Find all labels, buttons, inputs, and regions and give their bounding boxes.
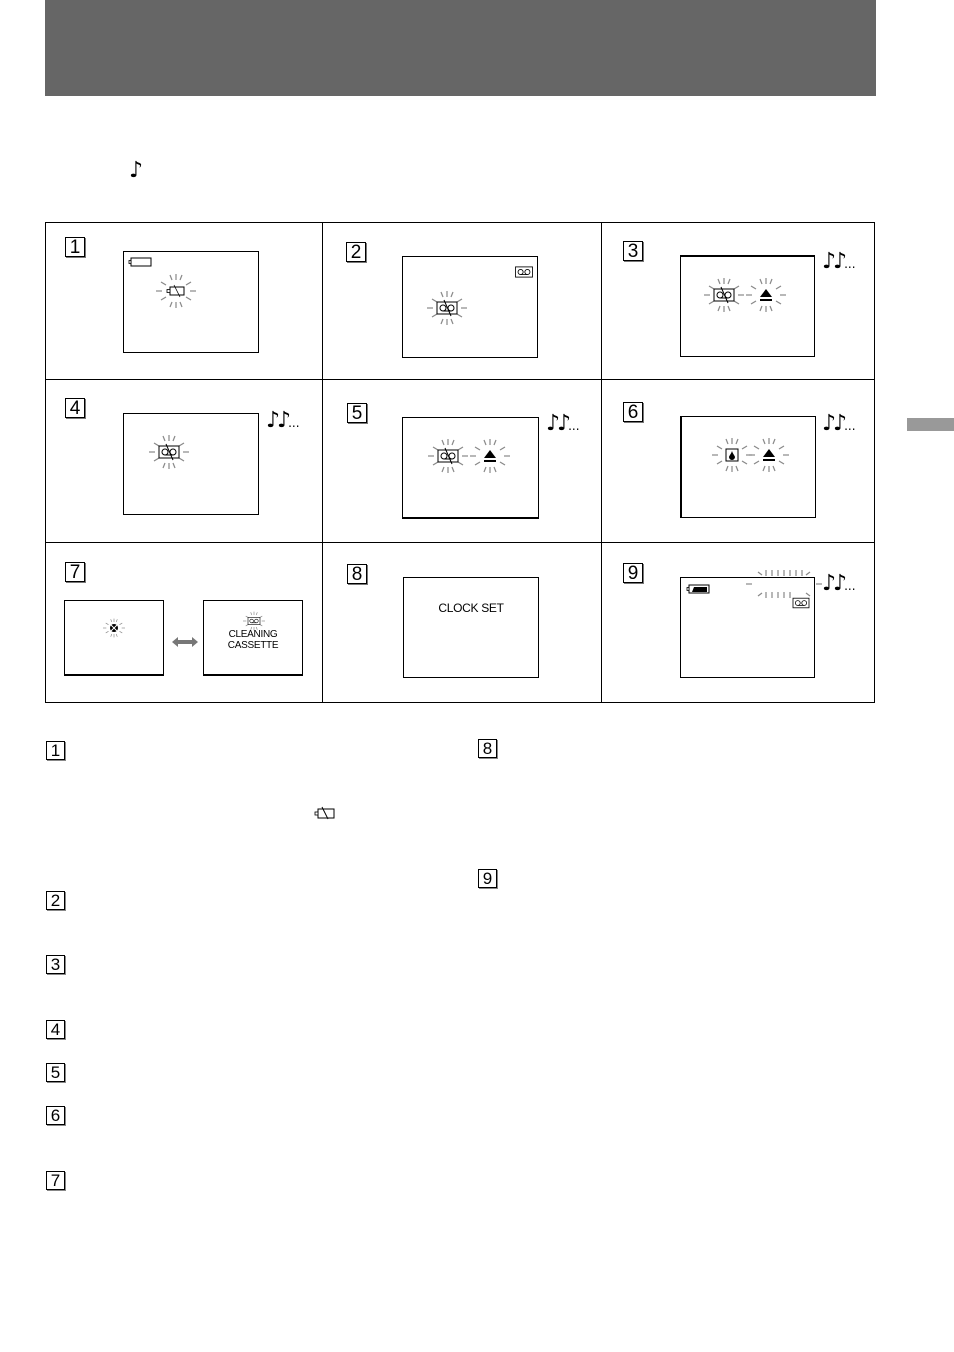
blinking-head-dirty-icon: [102, 618, 126, 638]
note-number: 2: [46, 891, 65, 910]
section-tab: [907, 418, 954, 431]
battery-full-icon: [686, 584, 710, 594]
screen-text-line: CLEANING: [228, 629, 278, 640]
panel-number: 1: [65, 237, 85, 257]
note-number: 9: [478, 869, 497, 888]
clock-set-message: CLOCK SET: [438, 601, 504, 615]
music-note-icon: ♪: [129, 158, 144, 183]
panel-number: 6: [623, 402, 643, 422]
viewfinder-screen: [680, 255, 815, 357]
blinking-eject-icon: [748, 437, 790, 473]
viewfinder-screen: [402, 417, 539, 519]
row-divider: [46, 542, 875, 543]
panel-number: 2: [346, 242, 366, 262]
note-number: 4: [46, 1020, 65, 1039]
note-number: 5: [46, 1063, 65, 1082]
blinking-cassette-icon: [242, 611, 266, 631]
cassette-icon: [515, 266, 533, 278]
viewfinder-screen: [680, 416, 816, 518]
blinking-no-cassette-icon: [427, 438, 469, 474]
note-number: 8: [478, 739, 497, 758]
indicator-grid: 1 2 3 ♪♪... 4 ♪♪... 5 ♪♪... 6 ♪♪... 7 CL…: [45, 222, 875, 703]
blinking-tape-counter: [746, 570, 822, 598]
note-number: 7: [46, 1171, 65, 1190]
blinking-eject-icon: [469, 438, 511, 474]
column-divider: [601, 223, 602, 702]
header-bar: [45, 0, 876, 96]
beep-icon: ♪♪...: [822, 571, 856, 596]
viewfinder-screen: [64, 600, 164, 676]
blinking-no-cassette-icon: [148, 434, 190, 470]
battery-empty-icon: [314, 806, 335, 820]
panel-number: 8: [347, 564, 367, 584]
viewfinder-screen: [123, 413, 259, 515]
note-number: 3: [46, 955, 65, 974]
beep-icon: ♪♪...: [266, 408, 300, 433]
beep-icon: ♪♪...: [822, 411, 856, 436]
panel-number: 9: [623, 563, 643, 583]
blinking-no-cassette-icon: [703, 277, 745, 313]
note-number: 1: [46, 741, 65, 760]
blinking-condensation-icon: [711, 437, 753, 473]
screen-text-line: CASSETTE: [227, 640, 279, 651]
viewfinder-screen: [402, 256, 538, 358]
viewfinder-screen: CLEANING CASSETTE: [203, 600, 303, 676]
panel-number: 3: [623, 241, 643, 261]
viewfinder-screen: CLOCK SET: [403, 577, 539, 678]
row-divider: [46, 379, 875, 380]
battery-icon: [128, 257, 152, 267]
blinking-battery-empty-icon: [155, 273, 197, 309]
note-number: 6: [46, 1106, 65, 1125]
panel-number: 7: [65, 562, 85, 582]
alternate-arrow-icon: [172, 637, 198, 647]
panel-number: 4: [65, 398, 85, 418]
blinking-eject-icon: [745, 277, 787, 313]
beep-icon: ♪♪...: [822, 249, 856, 274]
cleaning-cassette-message: CLEANING CASSETTE: [204, 629, 302, 651]
panel-number: 5: [347, 403, 367, 423]
column-divider: [322, 223, 323, 702]
viewfinder-screen: [123, 251, 259, 353]
blinking-no-cassette-icon: [426, 290, 468, 326]
beep-icon: ♪♪...: [546, 411, 580, 436]
